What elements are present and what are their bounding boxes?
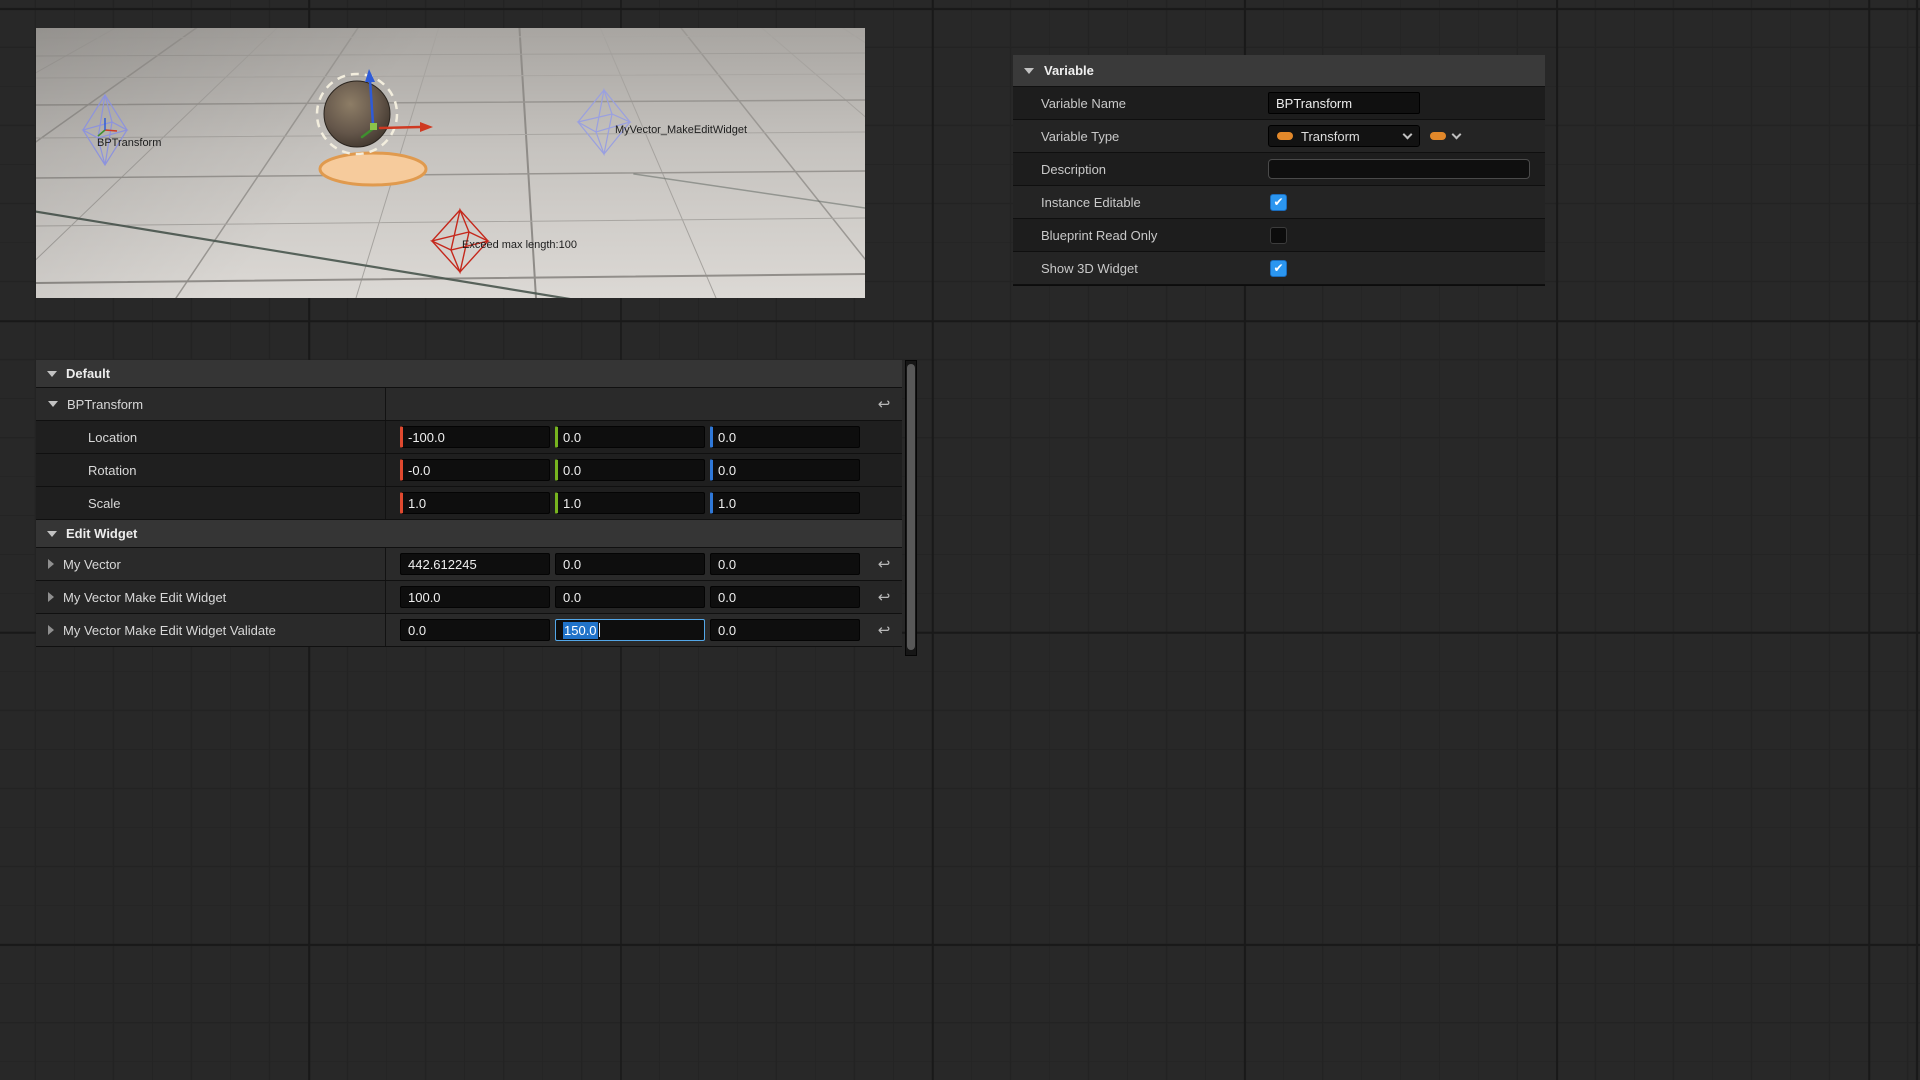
location-label: Location xyxy=(88,430,137,445)
blueprint-read-only-label: Blueprint Read Only xyxy=(1013,228,1268,243)
location-z-spinbox[interactable]: 0.0 xyxy=(710,426,860,448)
blueprint-read-only-row: Blueprint Read Only ✔ xyxy=(1013,219,1545,252)
rotation-z-spinbox[interactable]: 0.0 xyxy=(710,459,860,481)
bptransform-row: BPTransform ↩ xyxy=(36,388,902,421)
single-container-pill-icon xyxy=(1430,132,1446,140)
description-row: Description xyxy=(1013,153,1545,186)
default-category-title: Default xyxy=(66,366,110,381)
widget-range-disc xyxy=(320,153,426,185)
my-vector-make-edit-widget-x-spinbox[interactable]: 100.0 xyxy=(400,586,550,608)
rotation-row: Rotation -0.0 0.0 0.0 xyxy=(36,454,902,487)
bptransform-row-label: BPTransform xyxy=(67,397,143,412)
chevron-down-icon xyxy=(1403,130,1413,140)
gizmo-x-axis-arrow[interactable] xyxy=(380,127,420,128)
my-vector-make-edit-widget-validate-x-spinbox[interactable]: 0.0 xyxy=(400,619,550,641)
collapse-arrow-icon[interactable] xyxy=(48,592,54,602)
my-vector-y-spinbox[interactable]: 0.0 xyxy=(555,553,705,575)
rotation-y-spinbox[interactable]: 0.0 xyxy=(555,459,705,481)
scrollbar-thumb[interactable] xyxy=(907,364,915,650)
my-vector-x-spinbox[interactable]: 442.612245 xyxy=(400,553,550,575)
my-vector-make-edit-widget-validate-row: My Vector Make Edit Widget Validate 0.0 … xyxy=(36,614,902,647)
mini-axis-x xyxy=(105,130,117,131)
my-vector-make-edit-widget-validate-z-spinbox[interactable]: 0.0 xyxy=(710,619,860,641)
location-x-spinbox[interactable]: -100.0 xyxy=(400,426,550,448)
variable-type-dropdown[interactable]: Transform xyxy=(1268,125,1420,147)
variable-section-header[interactable]: Variable xyxy=(1013,55,1545,87)
scale-z-spinbox[interactable]: 1.0 xyxy=(710,492,860,514)
expand-arrow-icon xyxy=(47,531,57,537)
my-vector-row: My Vector 442.612245 0.0 0.0 ↩ xyxy=(36,548,902,581)
location-row: Location -100.0 0.0 0.0 xyxy=(36,421,902,454)
revert-button[interactable]: ↩ xyxy=(878,590,891,605)
variable-name-input[interactable] xyxy=(1268,92,1420,114)
revert-button[interactable]: ↩ xyxy=(878,557,891,572)
preview-viewport[interactable]: BPTransform MyVector_MakeEditWidget Exce… xyxy=(36,28,865,298)
instance-editable-row: Instance Editable ✔ xyxy=(1013,186,1545,219)
my-vector-make-edit-widget-row: My Vector Make Edit Widget 100.0 0.0 0.0… xyxy=(36,581,902,614)
variable-section-title: Variable xyxy=(1044,63,1094,78)
scale-x-spinbox[interactable]: 1.0 xyxy=(400,492,550,514)
variable-name-row: Variable Name xyxy=(1013,87,1545,120)
my-vector-label: My Vector xyxy=(63,557,121,572)
location-y-spinbox[interactable]: 0.0 xyxy=(555,426,705,448)
myvector-widget-label: MyVector_MakeEditWidget xyxy=(615,124,747,136)
gizmo-origin-handle[interactable] xyxy=(370,123,377,130)
show-3d-widget-row: Show 3D Widget ✔ xyxy=(1013,252,1545,285)
check-icon: ✔ xyxy=(1273,196,1283,208)
collapse-arrow-icon[interactable] xyxy=(48,625,54,635)
details-scrollbar[interactable] xyxy=(905,360,917,656)
variable-details-panel: Variable Variable Name Variable Type Tra… xyxy=(1013,55,1545,286)
scale-label: Scale xyxy=(88,496,121,511)
text-caret xyxy=(599,623,600,637)
revert-icon: ↩ xyxy=(878,395,891,413)
viewport-scene: BPTransform MyVector_MakeEditWidget Exce… xyxy=(36,28,865,298)
container-type-dropdown[interactable] xyxy=(1430,132,1460,140)
variable-type-label: Variable Type xyxy=(1013,129,1268,144)
rotation-label: Rotation xyxy=(88,463,136,478)
revert-icon: ↩ xyxy=(878,621,891,639)
scale-y-spinbox[interactable]: 1.0 xyxy=(555,492,705,514)
chevron-down-icon xyxy=(1452,130,1462,140)
my-vector-make-edit-widget-validate-y-spinbox[interactable]: 150.0 xyxy=(555,619,705,641)
default-category-header[interactable]: Default xyxy=(36,360,902,388)
variable-name-label: Variable Name xyxy=(1013,96,1268,111)
defaults-details-panel: Default BPTransform ↩ Location -100.0 0.… xyxy=(36,360,902,647)
instance-editable-label: Instance Editable xyxy=(1013,195,1268,210)
expand-arrow-icon xyxy=(47,371,57,377)
variable-type-value: Transform xyxy=(1301,129,1360,144)
description-input[interactable] xyxy=(1268,159,1530,179)
collapse-arrow-icon[interactable] xyxy=(48,559,54,569)
instance-editable-checkbox[interactable]: ✔ xyxy=(1270,194,1287,211)
expand-arrow-icon xyxy=(1024,68,1034,74)
exceed-max-length-label: Exceed max length:100 xyxy=(462,239,577,251)
transform-type-pill-icon xyxy=(1277,132,1293,140)
variable-type-row: Variable Type Transform xyxy=(1013,120,1545,153)
blueprint-read-only-checkbox[interactable]: ✔ xyxy=(1270,227,1287,244)
edit-widget-category-title: Edit Widget xyxy=(66,526,137,541)
revert-icon: ↩ xyxy=(878,588,891,606)
bptransform-widget-label: BPTransform xyxy=(97,137,161,149)
check-icon: ✔ xyxy=(1273,262,1283,274)
rotation-x-spinbox[interactable]: -0.0 xyxy=(400,459,550,481)
edit-widget-category-header[interactable]: Edit Widget xyxy=(36,520,902,548)
my-vector-make-edit-widget-y-spinbox[interactable]: 0.0 xyxy=(555,586,705,608)
expand-arrow-icon[interactable] xyxy=(48,401,58,407)
revert-icon: ↩ xyxy=(878,555,891,573)
my-vector-z-spinbox[interactable]: 0.0 xyxy=(710,553,860,575)
show-3d-widget-label: Show 3D Widget xyxy=(1013,261,1268,276)
scale-row: Scale 1.0 1.0 1.0 xyxy=(36,487,902,520)
viewport-shading xyxy=(36,28,865,298)
revert-button[interactable]: ↩ xyxy=(878,397,891,412)
my-vector-make-edit-widget-label: My Vector Make Edit Widget xyxy=(63,590,226,605)
description-label: Description xyxy=(1013,162,1268,177)
my-vector-make-edit-widget-validate-label: My Vector Make Edit Widget Validate xyxy=(63,623,276,638)
show-3d-widget-checkbox[interactable]: ✔ xyxy=(1270,260,1287,277)
my-vector-make-edit-widget-z-spinbox[interactable]: 0.0 xyxy=(710,586,860,608)
revert-button[interactable]: ↩ xyxy=(878,623,891,638)
